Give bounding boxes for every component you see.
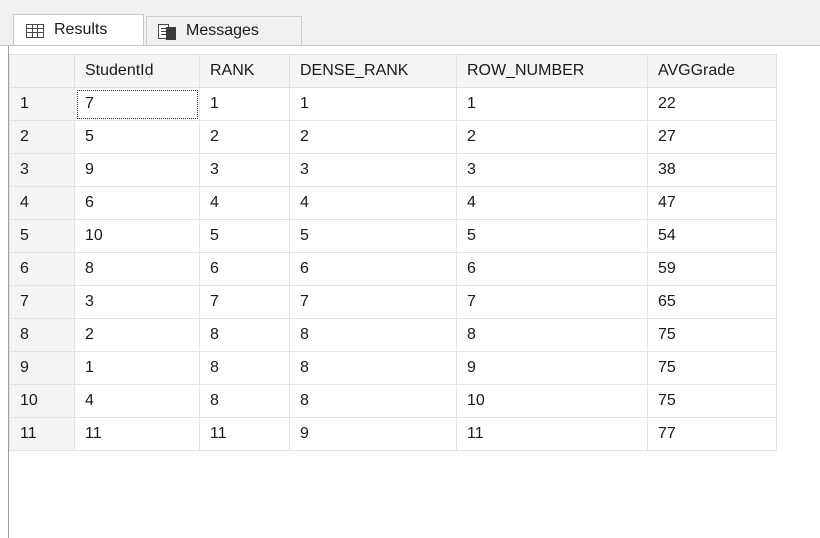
- table-cell[interactable]: 2: [456, 120, 648, 154]
- table-cell[interactable]: 77: [647, 417, 777, 451]
- table-cell[interactable]: 7: [289, 285, 457, 319]
- table-cell[interactable]: 11: [199, 417, 290, 451]
- table-cell[interactable]: 8: [74, 252, 200, 286]
- table-cell[interactable]: 7: [74, 87, 200, 121]
- row-number-cell[interactable]: 1: [9, 87, 75, 121]
- row-number-cell[interactable]: 9: [9, 351, 75, 385]
- table-row[interactable]: 1 7 1 1 1 22: [9, 87, 777, 121]
- table-row[interactable]: 2 5 2 2 2 27: [9, 120, 777, 154]
- table-cell[interactable]: 8: [456, 318, 648, 352]
- table-cell[interactable]: 75: [647, 318, 777, 352]
- table-cell[interactable]: 11: [74, 417, 200, 451]
- table-cell[interactable]: 9: [289, 417, 457, 451]
- table-cell[interactable]: 8: [199, 351, 290, 385]
- table-cell[interactable]: 10: [74, 219, 200, 253]
- table-cell[interactable]: 1: [199, 87, 290, 121]
- table-cell[interactable]: 11: [456, 417, 648, 451]
- table-cell[interactable]: 7: [199, 285, 290, 319]
- table-row[interactable]: 5 10 5 5 5 54: [9, 219, 777, 253]
- row-number-cell[interactable]: 10: [9, 384, 75, 418]
- corner-cell[interactable]: [9, 54, 75, 88]
- row-number-cell[interactable]: 11: [9, 417, 75, 451]
- column-header[interactable]: StudentId: [74, 54, 200, 88]
- table-cell[interactable]: 2: [74, 318, 200, 352]
- table-row[interactable]: 11 11 11 9 11 77: [9, 417, 777, 451]
- column-header[interactable]: ROW_NUMBER: [456, 54, 648, 88]
- table-cell[interactable]: 65: [647, 285, 777, 319]
- table-cell[interactable]: 1: [456, 87, 648, 121]
- tab-results[interactable]: Results: [13, 14, 144, 45]
- grid-icon: [26, 23, 44, 38]
- table-cell[interactable]: 6: [289, 252, 457, 286]
- table-cell[interactable]: 3: [199, 153, 290, 187]
- row-number-cell[interactable]: 3: [9, 153, 75, 187]
- table-cell[interactable]: 5: [199, 219, 290, 253]
- tab-results-label: Results: [54, 21, 108, 38]
- table-cell[interactable]: 54: [647, 219, 777, 253]
- row-number-cell[interactable]: 2: [9, 120, 75, 154]
- table-cell[interactable]: 6: [456, 252, 648, 286]
- table-cell[interactable]: 4: [289, 186, 457, 220]
- table-cell[interactable]: 47: [647, 186, 777, 220]
- row-number-cell[interactable]: 6: [9, 252, 75, 286]
- table-cell[interactable]: 2: [289, 120, 457, 154]
- tab-divider: [0, 45, 820, 46]
- table-cell[interactable]: 3: [74, 285, 200, 319]
- row-number-cell[interactable]: 8: [9, 318, 75, 352]
- table-cell[interactable]: 4: [74, 384, 200, 418]
- row-number-cell[interactable]: 4: [9, 186, 75, 220]
- table-row[interactable]: 7 3 7 7 7 65: [9, 285, 777, 319]
- table-cell[interactable]: 6: [199, 252, 290, 286]
- messages-icon: [158, 23, 176, 40]
- table-cell[interactable]: 1: [74, 351, 200, 385]
- table-cell[interactable]: 6: [74, 186, 200, 220]
- tab-messages-label: Messages: [186, 22, 259, 39]
- results-table: StudentId RANK DENSE_RANK ROW_NUMBER AVG…: [9, 54, 777, 451]
- table-cell[interactable]: 5: [74, 120, 200, 154]
- table-cell[interactable]: 5: [456, 219, 648, 253]
- table-cell[interactable]: 8: [199, 318, 290, 352]
- table-row[interactable]: 8 2 8 8 8 75: [9, 318, 777, 352]
- table-cell[interactable]: 22: [647, 87, 777, 121]
- table-cell[interactable]: 7: [456, 285, 648, 319]
- table-cell[interactable]: 8: [199, 384, 290, 418]
- table-cell[interactable]: 5: [289, 219, 457, 253]
- table-cell[interactable]: 9: [456, 351, 648, 385]
- table-cell[interactable]: 75: [647, 351, 777, 385]
- table-cell[interactable]: 75: [647, 384, 777, 418]
- table-cell[interactable]: 27: [647, 120, 777, 154]
- table-cell[interactable]: 38: [647, 153, 777, 187]
- table-row[interactable]: 3 9 3 3 3 38: [9, 153, 777, 187]
- table-cell[interactable]: 1: [289, 87, 457, 121]
- table-cell[interactable]: 8: [289, 318, 457, 352]
- table-cell[interactable]: 3: [456, 153, 648, 187]
- column-header[interactable]: DENSE_RANK: [289, 54, 457, 88]
- table-cell[interactable]: 3: [289, 153, 457, 187]
- table-cell[interactable]: 10: [456, 384, 648, 418]
- results-grid[interactable]: StudentId RANK DENSE_RANK ROW_NUMBER AVG…: [8, 46, 820, 538]
- table-cell[interactable]: 4: [456, 186, 648, 220]
- header-row: StudentId RANK DENSE_RANK ROW_NUMBER AVG…: [9, 54, 777, 88]
- table-cell[interactable]: 59: [647, 252, 777, 286]
- row-number-cell[interactable]: 5: [9, 219, 75, 253]
- tab-messages[interactable]: Messages: [146, 16, 302, 45]
- table-row[interactable]: 10 4 8 8 10 75: [9, 384, 777, 418]
- table-row[interactable]: 4 6 4 4 4 47: [9, 186, 777, 220]
- table-cell[interactable]: 9: [74, 153, 200, 187]
- results-tab-bar: Results Messages: [0, 0, 820, 45]
- row-number-cell[interactable]: 7: [9, 285, 75, 319]
- table-row[interactable]: 9 1 8 8 9 75: [9, 351, 777, 385]
- table-cell[interactable]: 4: [199, 186, 290, 220]
- table-cell[interactable]: 8: [289, 351, 457, 385]
- column-header[interactable]: AVGGrade: [647, 54, 777, 88]
- table-cell[interactable]: 8: [289, 384, 457, 418]
- table-row[interactable]: 6 8 6 6 6 59: [9, 252, 777, 286]
- table-cell[interactable]: 2: [199, 120, 290, 154]
- column-header[interactable]: RANK: [199, 54, 290, 88]
